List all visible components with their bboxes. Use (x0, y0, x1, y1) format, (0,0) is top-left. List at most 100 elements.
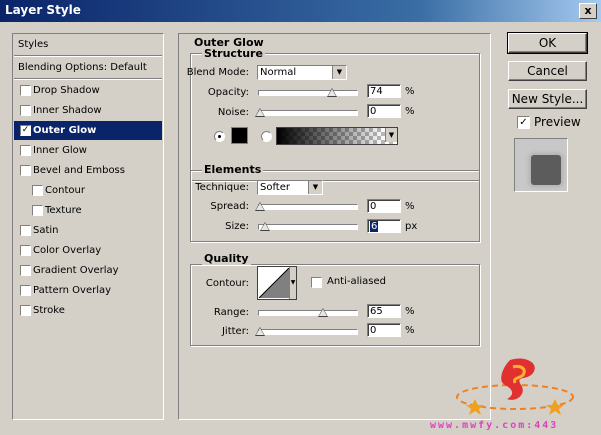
technique-value: Softer (260, 182, 290, 193)
style-item-stroke[interactable]: Stroke (14, 301, 162, 320)
jitter-unit: % (405, 325, 415, 336)
range-unit: % (405, 306, 415, 317)
style-item-satin[interactable]: Satin (14, 221, 162, 240)
divider (14, 78, 162, 80)
spread-slider-thumb[interactable] (255, 202, 265, 211)
preview-checkbox[interactable]: ✓ (517, 116, 530, 129)
style-item-checkbox[interactable] (20, 165, 31, 176)
preview-shape (531, 155, 561, 185)
anti-aliased-checkbox[interactable] (311, 277, 322, 288)
style-item-gradient-overlay[interactable]: Gradient Overlay (14, 261, 162, 280)
style-item-checkbox[interactable] (20, 265, 31, 276)
style-item-drop-shadow[interactable]: Drop Shadow (14, 81, 162, 100)
contour-curve-icon (259, 268, 289, 298)
style-item-checkbox[interactable] (20, 85, 31, 96)
opacity-slider-thumb[interactable] (327, 88, 337, 97)
window-title: Layer Style (5, 3, 81, 17)
style-item-checkbox[interactable] (20, 305, 31, 316)
style-item-label: Texture (45, 205, 82, 216)
style-item-label: Drop Shadow (33, 85, 100, 96)
opacity-input[interactable]: 74 (367, 84, 401, 98)
style-item-checkbox[interactable] (20, 145, 31, 156)
blending-options[interactable]: Blending Options: Default (14, 58, 162, 77)
structure-title: Structure (202, 47, 265, 60)
noise-slider[interactable] (258, 110, 358, 116)
anti-aliased-label: Anti-aliased (327, 276, 387, 287)
style-item-outer-glow[interactable]: ✓ Outer Glow (14, 121, 162, 140)
chevron-down-icon: ▼ (385, 128, 397, 142)
style-item-color-overlay[interactable]: Color Overlay (14, 241, 162, 260)
size-slider-thumb[interactable] (260, 222, 270, 231)
elements-title: Elements (202, 163, 264, 176)
style-item-label: Inner Shadow (33, 105, 102, 116)
technique-select[interactable]: Softer ▼ (257, 180, 323, 195)
size-input[interactable]: 6 (367, 219, 401, 233)
style-item-checkbox[interactable] (20, 285, 31, 296)
ok-button[interactable]: OK (507, 32, 588, 54)
style-item-texture[interactable]: Texture (14, 201, 162, 220)
size-value: 6 (370, 221, 379, 232)
technique-label: Technique: (195, 182, 249, 193)
spread-unit: % (405, 201, 415, 212)
spread-label: Spread: (210, 201, 249, 212)
range-label: Range: (213, 307, 249, 318)
style-item-checkbox[interactable] (20, 105, 31, 116)
jitter-slider-thumb[interactable] (255, 327, 265, 336)
quality-title: Quality (202, 252, 251, 265)
size-unit: px (405, 221, 418, 232)
style-item-label: Inner Glow (33, 145, 87, 156)
size-slider[interactable] (258, 224, 358, 230)
styles-header[interactable]: Styles (14, 35, 162, 54)
style-item-label: Color Overlay (33, 245, 102, 256)
spread-input[interactable]: 0 (367, 199, 401, 213)
opacity-label: Opacity: (207, 87, 249, 98)
styles-header-label: Styles (18, 39, 49, 50)
color-radio[interactable] (214, 131, 225, 142)
size-label: Size: (225, 221, 249, 232)
style-item-checkbox[interactable] (32, 185, 43, 196)
opacity-slider[interactable] (258, 90, 358, 96)
preview-label: Preview (534, 115, 581, 129)
chevron-down-icon: ▼ (332, 66, 346, 79)
style-item-bevel-and-emboss[interactable]: Bevel and Emboss (14, 161, 162, 180)
noise-label: Noise: (217, 107, 249, 118)
noise-unit: % (405, 106, 415, 117)
jitter-label: Jitter: (221, 326, 249, 337)
jitter-input[interactable]: 0 (367, 323, 401, 337)
style-item-checkbox[interactable]: ✓ (20, 125, 31, 136)
style-item-checkbox[interactable] (32, 205, 43, 216)
title-bar (0, 0, 601, 22)
style-item-label: Stroke (33, 305, 65, 316)
style-item-checkbox[interactable] (20, 245, 31, 256)
gradient-picker[interactable]: ▼ (276, 127, 398, 145)
spread-slider[interactable] (258, 204, 358, 210)
style-item-checkbox[interactable] (20, 225, 31, 236)
gradient-radio[interactable] (261, 131, 272, 142)
close-button[interactable]: x (579, 3, 597, 19)
new-style-button[interactable]: New Style... (508, 89, 587, 109)
noise-slider-thumb[interactable] (255, 108, 265, 117)
divider (14, 55, 162, 57)
styles-list: Styles Blending Options: Default Drop Sh… (12, 33, 164, 420)
cancel-button[interactable]: Cancel (508, 61, 587, 81)
range-slider-thumb[interactable] (318, 308, 328, 317)
style-item-label: Outer Glow (33, 125, 97, 136)
range-slider[interactable] (258, 310, 358, 316)
noise-input[interactable]: 0 (367, 104, 401, 118)
contour-label: Contour: (205, 278, 249, 289)
contour-picker[interactable]: ▼ (257, 266, 297, 300)
blend-mode-value: Normal (260, 67, 297, 78)
style-item-inner-glow[interactable]: Inner Glow (14, 141, 162, 160)
style-item-contour[interactable]: Contour (14, 181, 162, 200)
style-item-label: Gradient Overlay (33, 265, 119, 276)
blend-mode-select[interactable]: Normal ▼ (257, 65, 347, 80)
watermark-text: www.mwfy.com:443 (430, 420, 559, 431)
color-swatch[interactable] (231, 127, 248, 144)
settings-panel: Outer Glow Structure Blend Mode: Normal … (178, 33, 491, 420)
style-item-inner-shadow[interactable]: Inner Shadow (14, 101, 162, 120)
jitter-slider[interactable] (258, 329, 358, 335)
style-item-pattern-overlay[interactable]: Pattern Overlay (14, 281, 162, 300)
chevron-down-icon: ▼ (308, 181, 322, 194)
style-item-label: Contour (45, 185, 85, 196)
range-input[interactable]: 65 (367, 304, 401, 318)
